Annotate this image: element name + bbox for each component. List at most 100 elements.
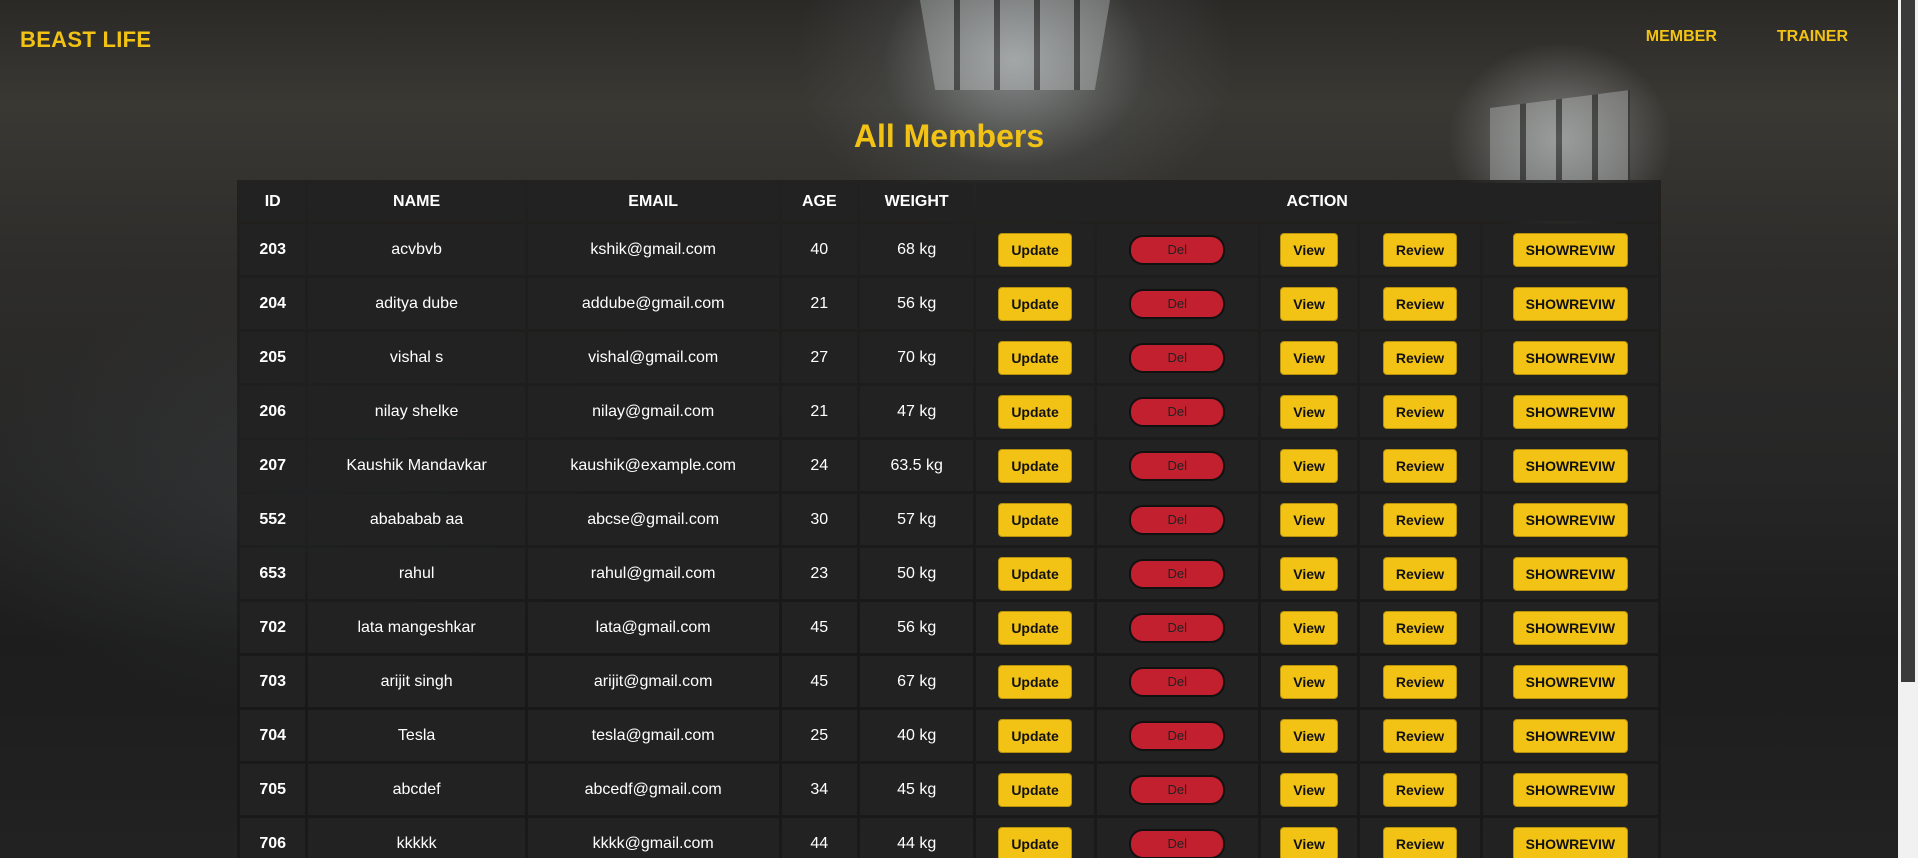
delete-button[interactable]: Del: [1129, 558, 1226, 589]
cell-action: Del: [1096, 818, 1258, 858]
update-button[interactable]: Update: [998, 826, 1072, 858]
delete-button[interactable]: Del: [1129, 720, 1226, 751]
update-button[interactable]: Update: [998, 556, 1072, 591]
cell-weight: 44 kg: [860, 818, 974, 858]
cell-action: Del: [1096, 440, 1258, 491]
cell-age: 21: [781, 278, 858, 329]
cell-action: SHOWREVIW: [1482, 494, 1658, 545]
show-review-button[interactable]: SHOWREVIW: [1512, 286, 1629, 321]
delete-button[interactable]: Del: [1129, 342, 1226, 373]
show-review-button[interactable]: SHOWREVIW: [1512, 232, 1629, 267]
cell-action: Update: [976, 764, 1094, 815]
view-button[interactable]: View: [1280, 556, 1338, 591]
scrollbar-thumb[interactable]: [1901, 0, 1915, 682]
show-review-button[interactable]: SHOWREVIW: [1512, 340, 1629, 375]
cell-id: 205: [240, 332, 306, 383]
view-button[interactable]: View: [1280, 286, 1338, 321]
delete-button[interactable]: Del: [1129, 450, 1226, 481]
cell-age: 21: [781, 386, 858, 437]
top-nav: MEMBER TRAINER: [1646, 28, 1848, 46]
view-button[interactable]: View: [1280, 502, 1338, 537]
view-button[interactable]: View: [1280, 826, 1338, 858]
review-button[interactable]: Review: [1382, 340, 1458, 375]
show-review-button[interactable]: SHOWREVIW: [1512, 448, 1629, 483]
show-review-button[interactable]: SHOWREVIW: [1512, 664, 1629, 699]
cell-weight: 56 kg: [860, 278, 974, 329]
update-button[interactable]: Update: [998, 448, 1072, 483]
delete-button[interactable]: Del: [1129, 612, 1226, 643]
show-review-button[interactable]: SHOWREVIW: [1512, 502, 1629, 537]
delete-button[interactable]: Del: [1129, 828, 1226, 858]
view-button[interactable]: View: [1280, 610, 1338, 645]
show-review-button[interactable]: SHOWREVIW: [1512, 826, 1629, 858]
view-button[interactable]: View: [1280, 664, 1338, 699]
delete-button[interactable]: Del: [1129, 666, 1226, 697]
show-review-button[interactable]: SHOWREVIW: [1512, 718, 1629, 753]
cell-action: Review: [1360, 440, 1480, 491]
review-button[interactable]: Review: [1382, 394, 1458, 429]
cell-action: SHOWREVIW: [1482, 710, 1658, 761]
cell-action: Review: [1360, 602, 1480, 653]
cell-action: View: [1260, 386, 1358, 437]
nav-trainer-link[interactable]: TRAINER: [1777, 28, 1848, 46]
cell-action: Update: [976, 440, 1094, 491]
show-review-button[interactable]: SHOWREVIW: [1512, 556, 1629, 591]
cell-id: 653: [240, 548, 306, 599]
update-button[interactable]: Update: [998, 340, 1072, 375]
update-button[interactable]: Update: [998, 232, 1072, 267]
view-button[interactable]: View: [1280, 232, 1338, 267]
delete-button[interactable]: Del: [1129, 396, 1226, 427]
update-button[interactable]: Update: [998, 394, 1072, 429]
review-button[interactable]: Review: [1382, 556, 1458, 591]
cell-email: tesla@gmail.com: [527, 710, 779, 761]
table-body: 203 acvbvb kshik@gmail.com 40 68 kg Update Del…: [240, 224, 1658, 858]
view-button[interactable]: View: [1280, 448, 1338, 483]
view-button[interactable]: View: [1280, 772, 1338, 807]
nav-member-link[interactable]: MEMBER: [1646, 28, 1717, 46]
cell-action: View: [1260, 548, 1358, 599]
cell-action: View: [1260, 278, 1358, 329]
update-button[interactable]: Update: [998, 718, 1072, 753]
cell-id: 705: [240, 764, 306, 815]
review-button[interactable]: Review: [1382, 502, 1458, 537]
show-review-button[interactable]: SHOWREVIW: [1512, 610, 1629, 645]
cell-action: View: [1260, 440, 1358, 491]
update-button[interactable]: Update: [998, 610, 1072, 645]
cell-id: 204: [240, 278, 306, 329]
show-review-button[interactable]: SHOWREVIW: [1512, 772, 1629, 807]
brand-logo[interactable]: BEAST LIFE: [20, 27, 151, 53]
cell-age: 30: [781, 494, 858, 545]
cell-email: arijit@gmail.com: [527, 656, 779, 707]
review-button[interactable]: Review: [1382, 232, 1458, 267]
update-button[interactable]: Update: [998, 664, 1072, 699]
update-button[interactable]: Update: [998, 502, 1072, 537]
view-button[interactable]: View: [1280, 394, 1338, 429]
members-table-container: ID NAME EMAIL AGE WEIGHT ACTION 203 acvbv…: [237, 180, 1661, 858]
show-review-button[interactable]: SHOWREVIW: [1512, 394, 1629, 429]
update-button[interactable]: Update: [998, 286, 1072, 321]
cell-action: Update: [976, 656, 1094, 707]
delete-button[interactable]: Del: [1129, 234, 1226, 265]
table-row: 204 aditya dube addube@gmail.com 21 56 kg Upd…: [240, 278, 1658, 329]
review-button[interactable]: Review: [1382, 718, 1458, 753]
view-button[interactable]: View: [1280, 718, 1338, 753]
cell-email: nilay@gmail.com: [527, 386, 779, 437]
delete-button[interactable]: Del: [1129, 504, 1226, 535]
cell-action: SHOWREVIW: [1482, 440, 1658, 491]
cell-age: 45: [781, 656, 858, 707]
review-button[interactable]: Review: [1382, 610, 1458, 645]
page-scrollbar[interactable]: [1898, 0, 1918, 858]
cell-name: lata mangeshkar: [308, 602, 525, 653]
review-button[interactable]: Review: [1382, 286, 1458, 321]
review-button[interactable]: Review: [1382, 664, 1458, 699]
view-button[interactable]: View: [1280, 340, 1338, 375]
review-button[interactable]: Review: [1382, 448, 1458, 483]
review-button[interactable]: Review: [1382, 772, 1458, 807]
table-row: 552 abababab aa abcse@gmail.com 30 57 kg Upda…: [240, 494, 1658, 545]
cell-email: abcedf@gmail.com: [527, 764, 779, 815]
cell-email: addube@gmail.com: [527, 278, 779, 329]
delete-button[interactable]: Del: [1129, 774, 1226, 805]
update-button[interactable]: Update: [998, 772, 1072, 807]
review-button[interactable]: Review: [1382, 826, 1458, 858]
delete-button[interactable]: Del: [1129, 288, 1226, 319]
